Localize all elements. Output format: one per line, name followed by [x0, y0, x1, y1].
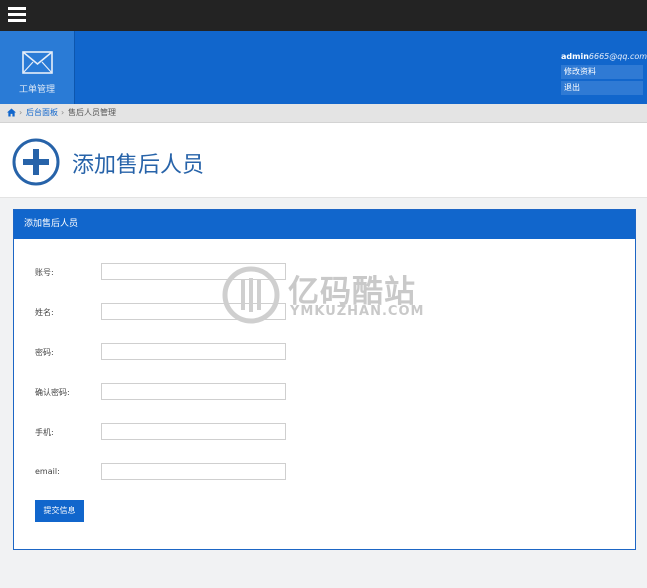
breadcrumb-separator-icon: ›: [61, 108, 65, 117]
nav-bar: 工单管理 admin6665@qq.com 修改资料 退出: [0, 31, 647, 104]
confirm-password-label: 确认密码:: [35, 388, 70, 397]
nav-tile-label: 工单管理: [18, 85, 55, 95]
page-header: 添加售后人员: [0, 123, 647, 198]
logout-link[interactable]: 退出: [561, 81, 643, 95]
name-input[interactable]: [101, 303, 286, 320]
breadcrumb: › 后台面板 › 售后人员管理: [0, 104, 647, 123]
top-bar: [0, 0, 647, 31]
user-name: admin: [561, 52, 589, 61]
email-input[interactable]: [101, 463, 286, 480]
phone-input[interactable]: [101, 423, 286, 440]
email-label: email:: [35, 467, 60, 476]
edit-profile-link[interactable]: 修改资料: [561, 65, 643, 79]
user-account: admin6665@qq.com: [561, 51, 647, 65]
account-input[interactable]: [101, 263, 286, 280]
phone-label: 手机:: [35, 428, 54, 437]
add-circle-icon: [12, 138, 60, 186]
page-title: 添加售后人员: [72, 153, 205, 178]
envelope-icon: [22, 51, 53, 74]
confirm-password-input[interactable]: [101, 383, 286, 400]
breadcrumb-separator-icon: ›: [19, 108, 23, 117]
user-email-suffix: 6665@qq.com: [588, 52, 647, 61]
submit-button[interactable]: 提交信息: [35, 500, 84, 522]
name-label: 姓名:: [35, 308, 54, 317]
password-label: 密码:: [35, 348, 54, 357]
breadcrumb-current: 售后人员管理: [68, 108, 116, 117]
nav-tile-tickets[interactable]: 工单管理: [0, 31, 75, 104]
home-icon[interactable]: [7, 108, 16, 117]
user-box: admin6665@qq.com 修改资料 退出: [561, 51, 647, 97]
account-label: 账号:: [35, 268, 54, 277]
menu-toggle-icon[interactable]: [8, 7, 26, 23]
panel-title: 添加售后人员: [14, 210, 635, 239]
breadcrumb-dashboard[interactable]: 后台面板: [26, 104, 58, 122]
password-input[interactable]: [101, 343, 286, 360]
add-staff-panel: 添加售后人员 账号: 姓名: 密码: 确认密码: 手机: email: 提交信息: [13, 209, 636, 550]
